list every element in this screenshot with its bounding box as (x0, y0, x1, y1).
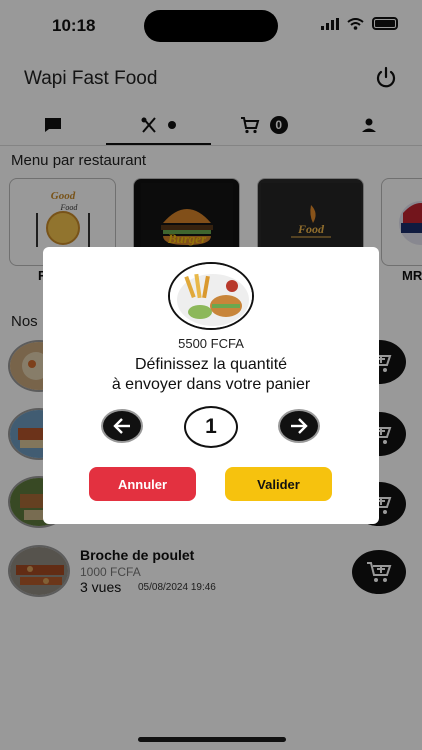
cancel-button[interactable]: Annuler (89, 467, 196, 501)
quantity-dialog: 5500 FCFA Définissez la quantité à envoy… (43, 247, 379, 524)
decrease-quantity-button[interactable] (101, 409, 143, 443)
quantity-value: 1 (184, 406, 238, 448)
dialog-price: 5500 FCFA (178, 336, 244, 351)
home-indicator[interactable] (138, 737, 286, 742)
dish-image (168, 262, 254, 330)
dialog-message-line1: Définissez la quantité (134, 356, 288, 373)
increase-quantity-button[interactable] (278, 409, 320, 443)
dialog-message-line2: à envoyer dans votre panier (111, 376, 311, 393)
arrow-right-icon (291, 418, 308, 434)
confirm-button[interactable]: Valider (225, 467, 332, 501)
arrow-left-icon (113, 418, 130, 434)
